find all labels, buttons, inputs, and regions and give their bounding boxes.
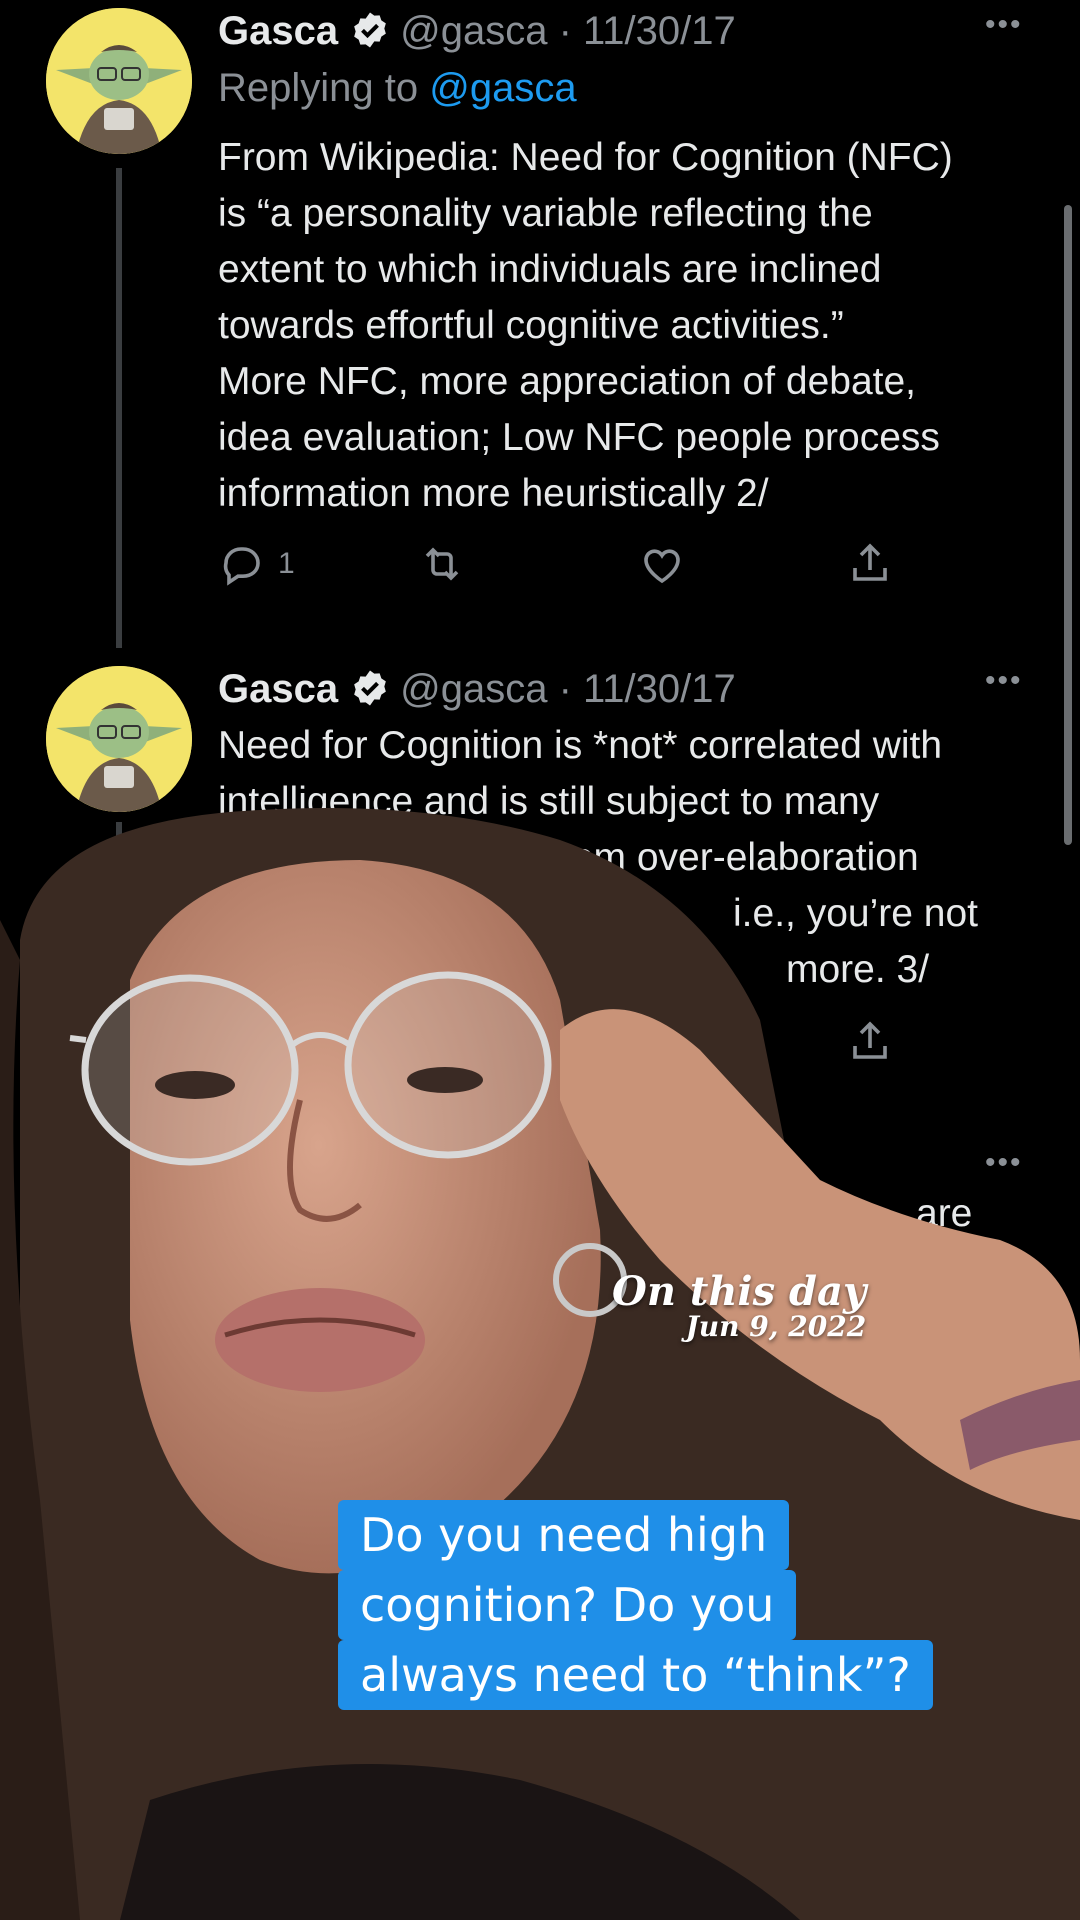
text-line: More NFC, more appreciation of debate, bbox=[218, 360, 917, 403]
retweet-icon bbox=[425, 547, 459, 581]
verified-badge-icon bbox=[354, 12, 386, 48]
replying-mention[interactable]: @gasca bbox=[429, 66, 576, 110]
author-name[interactable]: Gasca bbox=[218, 667, 338, 711]
avatar[interactable] bbox=[46, 8, 192, 154]
text-line: Need for Cognition is *not* correlated w… bbox=[218, 724, 943, 767]
tweet-1[interactable]: Gasca @gasca · 11/30/17 ••• Replying to @… bbox=[0, 0, 1080, 660]
caption-line: cognition? Do you bbox=[338, 1570, 797, 1640]
replying-to: Replying to @gasca bbox=[218, 66, 577, 111]
on-this-day-stamp: On this day Jun 9, 2022 bbox=[612, 1270, 866, 1342]
tweet-header: Gasca @gasca · 11/30/17 bbox=[218, 667, 736, 711]
avatar[interactable] bbox=[46, 666, 192, 812]
text-line: towards effortful cognitive activities.” bbox=[218, 304, 844, 347]
verified-badge-icon bbox=[354, 670, 386, 706]
tweet-date[interactable]: 11/30/17 bbox=[583, 9, 736, 53]
scrollbar[interactable] bbox=[1064, 205, 1072, 845]
caption-line: Do you need high bbox=[338, 1500, 790, 1570]
text-line: extent to which individuals are inclined bbox=[218, 248, 882, 291]
text-line: information more heuristically 2/ bbox=[218, 472, 769, 515]
caption-line: always need to “think”? bbox=[338, 1640, 933, 1710]
tweet-date[interactable]: 11/30/17 bbox=[583, 667, 736, 711]
tweet-actions: 1 bbox=[218, 540, 898, 590]
stamp-title: On this day bbox=[612, 1268, 867, 1315]
yoda-avatar-icon bbox=[46, 8, 192, 154]
share-icon bbox=[853, 543, 887, 581]
author-name[interactable]: Gasca bbox=[218, 9, 338, 53]
author-handle[interactable]: @gasca bbox=[400, 667, 547, 711]
tweet-header: Gasca @gasca · 11/30/17 bbox=[218, 9, 736, 53]
retweet-button[interactable] bbox=[418, 540, 466, 588]
more-icon[interactable]: ••• bbox=[985, 664, 1023, 698]
like-button[interactable] bbox=[638, 540, 686, 588]
replying-prefix: Replying to bbox=[218, 66, 419, 110]
share-button[interactable] bbox=[846, 540, 894, 588]
video-caption: Do you need high cognition? Do you alway… bbox=[338, 1500, 960, 1710]
reply-count: 1 bbox=[278, 547, 295, 580]
thread-line bbox=[116, 168, 122, 648]
author-handle[interactable]: @gasca bbox=[400, 9, 547, 53]
text-line: is “a personality variable reflecting th… bbox=[218, 192, 873, 235]
text-line: From Wikipedia: Need for Cognition (NFC) bbox=[218, 136, 953, 179]
stamp-date: Jun 9, 2022 bbox=[685, 1310, 867, 1343]
reply-icon bbox=[223, 547, 260, 586]
video-overlay bbox=[0, 800, 1080, 1920]
text-line: idea evaluation; Low NFC people process bbox=[218, 416, 940, 459]
reply-button[interactable]: 1 bbox=[218, 540, 295, 588]
person-video-frame bbox=[0, 808, 1080, 1920]
more-icon[interactable]: ••• bbox=[985, 8, 1023, 42]
like-icon bbox=[644, 549, 680, 584]
yoda-avatar-icon bbox=[46, 666, 192, 812]
tweet-text: From Wikipedia: Need for Cognition (NFC)… bbox=[218, 130, 1038, 522]
